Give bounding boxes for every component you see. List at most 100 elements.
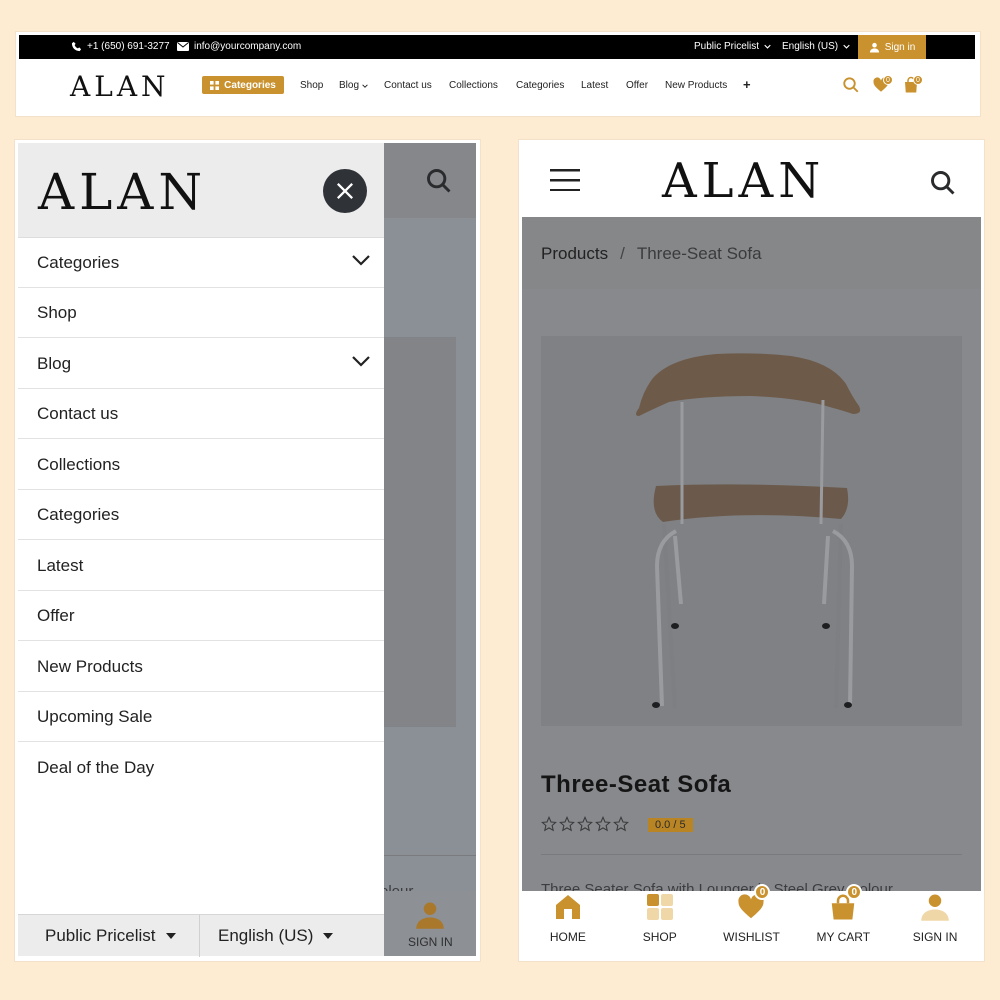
language-label: English (US) — [782, 41, 839, 52]
menu-item-upcoming-sale[interactable]: Upcoming Sale — [18, 692, 384, 742]
grid-icon — [210, 80, 220, 90]
menu-drawer: ALAN Categories Shop Blog Contact us Col… — [18, 143, 384, 957]
menu-item-label: Deal of the Day — [37, 758, 155, 777]
chevron-down-icon — [843, 44, 850, 49]
nav-categories[interactable]: Categories — [516, 80, 564, 91]
bottom-nav-shop-label: SHOP — [642, 930, 677, 944]
sign-in-button[interactable]: Sign in — [858, 35, 926, 59]
bottom-nav-home-label: HOME — [549, 930, 586, 944]
phone-number: +1 (650) 691-3277 — [87, 41, 170, 52]
search-button[interactable] — [842, 76, 862, 96]
divider — [541, 854, 962, 855]
phone-contact[interactable]: +1 (650) 691-3277 — [71, 41, 170, 52]
nav-new-products[interactable]: New Products — [665, 80, 727, 91]
nav-latest[interactable]: Latest — [581, 80, 608, 91]
drawer-header: ALAN — [18, 143, 384, 238]
user-icon — [416, 902, 444, 929]
bottom-nav-sign-in[interactable]: SIGN IN — [889, 891, 981, 956]
bottom-nav-home[interactable]: HOME — [522, 891, 614, 956]
nav-offer[interactable]: Offer — [626, 80, 648, 91]
search-icon — [843, 77, 859, 93]
wishlist-count-badge: 0 — [754, 884, 771, 900]
menu-item-label: Blog — [37, 353, 72, 373]
product-description: Three Seater Sofa with Lounger in Steel … — [541, 881, 893, 891]
nav-more-button[interactable]: + — [743, 77, 751, 92]
page-overlay[interactable]: olour SIGN IN — [380, 143, 476, 956]
pricelist-label: Public Pricelist — [694, 41, 760, 52]
email-address: info@yourcompany.com — [194, 41, 302, 52]
language-label: English (US) — [218, 926, 314, 945]
hamburger-menu-icon[interactable] — [550, 169, 580, 191]
wishlist-button[interactable]: 0 — [872, 75, 893, 96]
menu-item-label: Shop — [37, 302, 77, 322]
menu-item-deal-of-the-day[interactable]: Deal of the Day — [18, 743, 384, 793]
search-icon — [427, 169, 451, 193]
product-image[interactable] — [541, 336, 962, 726]
user-icon — [921, 894, 949, 921]
close-drawer-button[interactable] — [323, 169, 367, 213]
logo[interactable]: ALAN — [662, 153, 825, 209]
wishlist-count-badge: 0 — [883, 75, 893, 85]
nav-blog-label: Blog — [339, 80, 360, 91]
star-icon — [559, 816, 575, 832]
pricelist-dropdown[interactable]: Public Pricelist — [694, 41, 771, 52]
mobile-product-preview: ALAN Products / Three-Seat Sofa Three-Se… — [519, 140, 984, 961]
chevron-down-icon — [764, 44, 771, 49]
bottom-nav-wishlist[interactable]: 0 WISHLIST — [706, 884, 798, 956]
cart-count-badge: 0 — [846, 884, 863, 900]
overlay-product-image — [384, 337, 456, 727]
product-title: Three-Seat Sofa — [541, 771, 732, 798]
chevron-down-icon[interactable] — [352, 255, 370, 266]
envelope-icon — [177, 42, 189, 51]
bottom-nav-shop[interactable]: SHOP — [614, 891, 706, 956]
breadcrumb-separator: / — [620, 244, 625, 263]
nav-contact-us[interactable]: Contact us — [384, 80, 432, 91]
menu-item-latest[interactable]: Latest — [18, 541, 384, 591]
drawer-logo[interactable]: ALAN — [38, 163, 207, 221]
nav-blog[interactable]: Blog — [339, 80, 368, 91]
search-icon[interactable] — [929, 169, 957, 197]
categories-button-label: Categories — [224, 79, 276, 91]
menu-item-collections[interactable]: Collections — [18, 440, 384, 490]
menu-item-categories[interactable]: Categories — [18, 238, 384, 288]
menu-item-label: Categories — [37, 504, 120, 524]
logo[interactable]: ALAN — [70, 70, 170, 103]
chevron-down-icon[interactable] — [352, 356, 370, 367]
menu-item-label: Upcoming Sale — [37, 706, 153, 726]
language-dropdown[interactable]: English (US) — [782, 41, 850, 52]
menu-item-shop[interactable]: Shop — [18, 288, 384, 338]
wishlist-icon-wrap: 0 — [736, 884, 771, 922]
menu-item-contact-us[interactable]: Contact us — [18, 389, 384, 439]
breadcrumb-products-link[interactable]: Products — [541, 244, 608, 263]
chevron-down-icon — [362, 84, 368, 88]
menu-item-categories-2[interactable]: Categories — [18, 490, 384, 540]
pricelist-label: Public Pricelist — [45, 926, 156, 945]
categories-button[interactable]: Categories — [202, 76, 284, 94]
pricelist-dropdown[interactable]: Public Pricelist — [18, 915, 200, 957]
cart-button[interactable]: 0 — [902, 75, 923, 96]
cart-icon-wrap: 0 — [828, 884, 863, 922]
star-rating[interactable] — [541, 816, 629, 832]
chair-image — [636, 353, 861, 709]
menu-item-offer[interactable]: Offer — [18, 591, 384, 641]
star-icon — [595, 816, 611, 832]
breadcrumb-current: Three-Seat Sofa — [636, 244, 762, 263]
email-contact[interactable]: info@yourcompany.com — [177, 41, 301, 52]
mobile-header: ALAN — [522, 143, 981, 217]
caret-down-icon — [165, 933, 176, 939]
menu-item-new-products[interactable]: New Products — [18, 642, 384, 692]
menu-item-label: Categories — [37, 252, 120, 272]
top-bar: +1 (650) 691-3277 info@yourcompany.com P… — [19, 35, 975, 59]
caret-down-icon — [323, 933, 334, 939]
bottom-nav-cart[interactable]: 0 MY CART — [797, 884, 889, 956]
product-content-overlay[interactable]: Products / Three-Seat Sofa Three-Seat So… — [522, 217, 981, 891]
home-icon — [555, 895, 580, 919]
cart-count-badge: 0 — [913, 75, 923, 85]
bottom-nav-cart-label: MY CART — [816, 930, 871, 944]
nav-collections[interactable]: Collections — [449, 80, 498, 91]
menu-item-blog[interactable]: Blog — [18, 339, 384, 389]
grid-icon — [646, 894, 673, 920]
nav-shop[interactable]: Shop — [300, 80, 323, 91]
menu-item-label: New Products — [37, 656, 143, 676]
language-dropdown[interactable]: English (US) — [200, 915, 384, 957]
